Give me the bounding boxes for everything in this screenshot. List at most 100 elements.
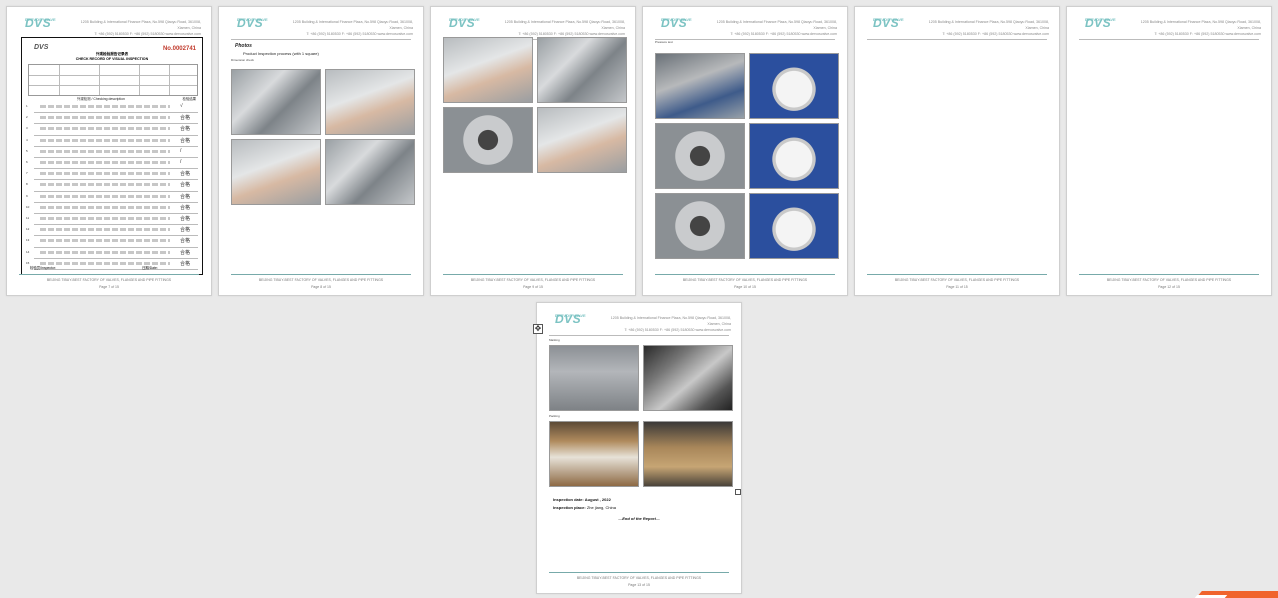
page-9: DVS DERVOS VALVE 1205 Building & Interna… (430, 6, 636, 296)
form-row-text (40, 250, 170, 254)
form-row-divider (34, 123, 198, 125)
end-of-report: —End of the Report— (618, 516, 660, 521)
footer-text: BEIJING TIBUY-BEST FACTORY OF VALVES, FL… (894, 278, 1020, 282)
page-7: DVS DERVOS VALVE 1205 Building & Interna… (6, 6, 212, 296)
footer-text: BEIJING TIBUY-BEST FACTORY OF VALVES, FL… (46, 278, 172, 282)
page-number: Page 13 of 15 (628, 583, 650, 587)
company-address: 1205 Building & International Finance Pl… (610, 316, 731, 332)
nameplate-photo (549, 345, 639, 411)
corner-badge[interactable] (1194, 588, 1278, 598)
form-row-divider (34, 157, 198, 158)
form-row-result: 合格 (180, 216, 191, 222)
form-row-number: 5 (26, 148, 28, 153)
footer-text: BEIJING TIBUY-BEST FACTORY OF VALVES, FL… (1106, 278, 1232, 282)
form-row-divider (34, 112, 198, 114)
company-address: 1205 Building & International Finance Pl… (504, 20, 625, 36)
photos-subtitle: Product Inspection process (with 1 squar… (243, 51, 319, 56)
company-address: 1205 Building & International Finance Pl… (80, 20, 201, 36)
company-address: 1205 Building & International Finance Pl… (928, 20, 1049, 36)
form-row-result: √ (180, 103, 183, 109)
company-logo: DVS DERVOS VALVE (1085, 16, 1116, 30)
form-row-divider (34, 235, 198, 237)
form-row-divider (34, 224, 198, 226)
wrapped-valve-photo (643, 345, 733, 411)
form-row-text (40, 127, 170, 131)
form-row-divider (34, 246, 198, 248)
form-row-result: / (180, 147, 182, 154)
form-row-number: 14 (26, 249, 30, 254)
page-number: Page 9 of 15 (523, 285, 543, 289)
marking-caption: Marking (549, 338, 560, 342)
form-row-number: 3 (26, 126, 28, 131)
form-row-number: 13 (26, 238, 30, 243)
page-13: DVS DERVOS VALVE 1205 Building & Interna… (536, 302, 742, 594)
form-row-divider (34, 168, 198, 170)
form-row-result: 合格 (180, 171, 191, 178)
form-row-result: 合格 (180, 126, 191, 133)
page-10: DVS DERVOS VALVE 1205 Building & Interna… (642, 6, 848, 296)
valve-photo (655, 193, 745, 259)
form-row-divider (34, 145, 198, 147)
form-row-result: 合格 (180, 227, 191, 234)
inspection-photo (537, 107, 627, 173)
page-12: DVS DERVOS VALVE 1205 Building & Interna… (1066, 6, 1272, 296)
form-row-divider (34, 257, 198, 259)
photos-title: Photos (235, 43, 252, 49)
pressure-gauge-photo (749, 193, 839, 259)
form-row-text (40, 138, 170, 142)
inspection-photo (443, 107, 533, 173)
form-row-result: 合格 (180, 238, 191, 245)
result-header: 检验结果 (182, 97, 196, 101)
form-row-text (40, 161, 170, 164)
inspection-photo (325, 139, 415, 205)
form-row-text (40, 172, 170, 176)
form-row-text (40, 217, 170, 220)
pressure-gauge-photo (749, 123, 839, 189)
page-number: Page 11 of 15 (946, 285, 968, 289)
form-row-text (40, 228, 170, 232)
form-row-divider (34, 190, 198, 192)
form-row-text (40, 105, 170, 108)
date-label: 日期/Date: (142, 266, 158, 270)
form-row-divider (34, 179, 198, 181)
pressure-test-caption: Pressure test (655, 40, 673, 44)
form-row-divider (34, 269, 198, 270)
table-resize-handle[interactable] (735, 489, 741, 495)
form-row-result: 合格 (180, 115, 191, 122)
form-row-number: 1 (26, 104, 28, 108)
page-11: DVS DERVOS VALVE 1205 Building & Interna… (854, 6, 1060, 296)
company-address: 1205 Building & International Finance Pl… (1140, 20, 1261, 36)
form-row-result: 合格 (180, 193, 191, 200)
form-row-result: 合格 (180, 137, 191, 144)
form-row-text (40, 183, 170, 187)
footer-text: BEIJING TIBUY-BEST FACTORY OF VALVES, FL… (682, 278, 808, 282)
inspection-date: Inspection date: August , 2022 (553, 497, 611, 502)
form-row-divider (34, 134, 198, 136)
form-row-number: 9 (26, 193, 28, 198)
valve-photo (655, 123, 745, 189)
company-logo: DVS DERVOS VALVE (873, 16, 904, 30)
form-row-number: 8 (26, 182, 28, 187)
company-logo: DVS DERVOS VALVE (237, 16, 268, 30)
form-row-text (40, 205, 170, 209)
form-row-number: 11 (26, 216, 30, 220)
table-move-handle[interactable]: ✥ (533, 324, 543, 334)
checking-header: 外观检测 / Checking description (77, 97, 125, 101)
form-row-number: 15 (26, 260, 30, 265)
form-row-text (40, 239, 170, 243)
page-header: DVS DERVOS VALVE 1205 Building & Interna… (855, 13, 1059, 39)
packing-crate-photo (549, 421, 639, 487)
company-logo: DVS DERVOS VALVE (555, 312, 586, 326)
page-header: DVS DERVOS VALVE 1205 Building & Interna… (643, 13, 847, 39)
page-header: DVS DERVOS VALVE 1205 Building & Interna… (7, 13, 211, 39)
inspection-photo (443, 37, 533, 103)
form-row-divider (34, 201, 198, 203)
valve-photo (655, 53, 745, 119)
form-row-result: 合格 (180, 249, 191, 256)
company-logo: DVS DERVOS VALVE (661, 16, 692, 30)
page-header: DVS DERVOS VALVE 1205 Building & Interna… (219, 13, 423, 39)
form-row-number: 12 (26, 227, 30, 232)
inspector-label: 检验员/Inspector: (30, 266, 57, 270)
form-row-number: 6 (26, 160, 28, 164)
inspection-photo (231, 69, 321, 135)
